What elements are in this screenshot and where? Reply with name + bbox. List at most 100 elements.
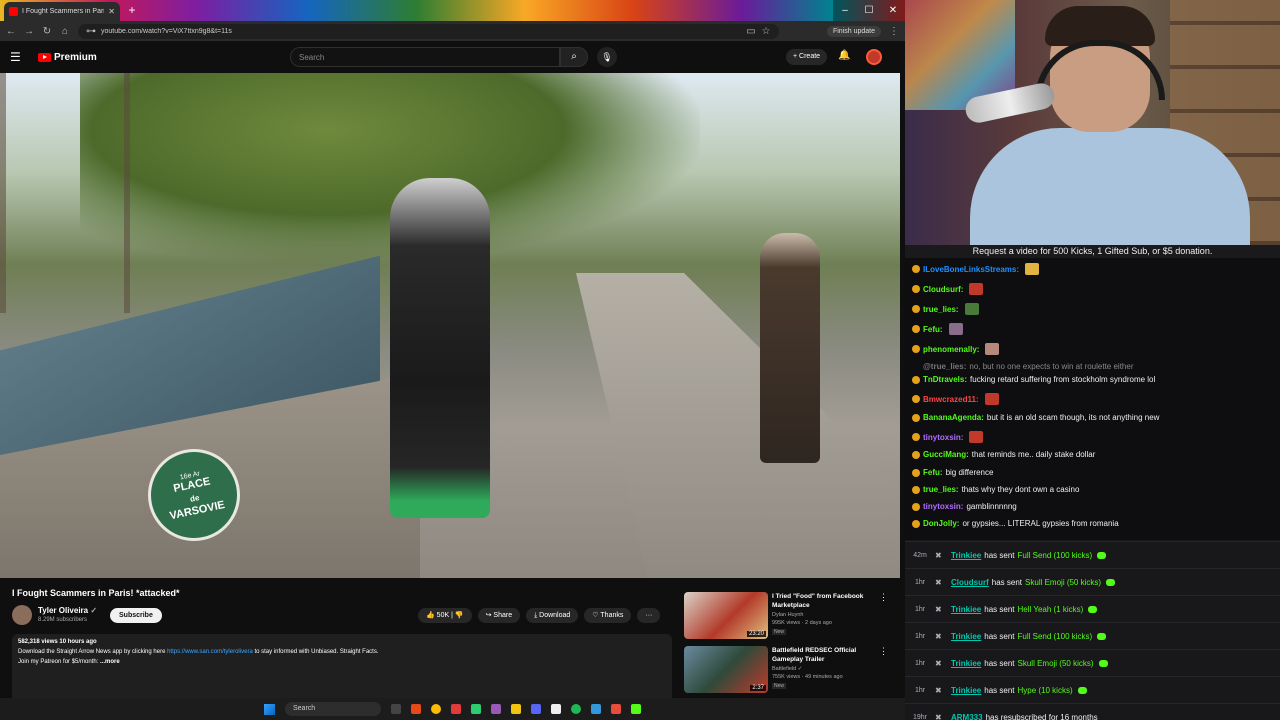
omnibox[interactable]: ⊶ youtube.com/watch?v=ViX7ttxn9g8&t=11s … [78, 23, 779, 39]
chat-username[interactable]: TnDtravels: [923, 375, 967, 384]
dismiss-event-icon[interactable]: ✖ [935, 605, 947, 614]
chat-username[interactable]: ILoveBoneLinksStreams: [923, 265, 1019, 274]
file-explorer-icon[interactable] [511, 704, 521, 714]
kick-gem-icon [1098, 659, 1108, 667]
channel-name[interactable]: Tyler Oliveira ✓ [38, 606, 97, 615]
subscriber-count: 8.29M subscribers [38, 617, 88, 623]
thumbs-down-icon[interactable]: 👎 [455, 612, 464, 619]
kick-icon[interactable] [631, 704, 641, 714]
bookmark-star-icon[interactable]: ☆ [761, 26, 771, 37]
site-info-icon[interactable]: ⊶ [86, 26, 96, 37]
windows-start-icon[interactable] [264, 703, 275, 715]
event-username[interactable]: Cloudsurf [951, 578, 989, 587]
subscribe-button[interactable]: Subscribe [110, 608, 162, 623]
chat-username[interactable]: Fefu: [923, 325, 943, 334]
dismiss-event-icon[interactable]: ✖ [935, 713, 947, 720]
more-actions-button[interactable]: ··· [637, 608, 661, 623]
create-button[interactable]: + Create [786, 49, 828, 65]
recommended-video[interactable]: 23:20 I Tried "Food" from Facebook Marke… [684, 592, 894, 642]
chat-username[interactable]: tinytoxsin: [923, 433, 963, 442]
description-link[interactable]: https://www.san.com/tylerolivera [167, 649, 253, 655]
voice-search-button[interactable]: 🎙 [597, 47, 617, 67]
recommended-title[interactable]: I Tried "Food" from Facebook Marketplace [772, 592, 880, 610]
chat-username[interactable]: tinytoxsin: [923, 502, 963, 511]
app-icon[interactable] [551, 704, 561, 714]
install-icon[interactable]: ▭ [746, 26, 756, 37]
event-username[interactable]: ARM333 [951, 713, 983, 720]
recommended-title[interactable]: Battlefield REDSEC Official Gameplay Tra… [772, 646, 880, 664]
video-thumbnail[interactable]: 23:20 [684, 592, 768, 639]
maximize-button[interactable]: ☐ [857, 0, 881, 21]
chat-username[interactable]: Fefu: [923, 468, 943, 477]
chat-message: BananaAgenda: but it is an old scam thoug… [912, 413, 1159, 422]
dismiss-event-icon[interactable]: ✖ [935, 632, 947, 641]
channel-name-text: Tyler Oliveira [38, 606, 89, 615]
discord-icon[interactable] [531, 704, 541, 714]
chat-emote-icon [984, 393, 999, 405]
screen: I Fought Scammers in Paris! *at ✕ + – ☐ … [0, 0, 1280, 720]
chat-username[interactable]: phenomenally: [923, 345, 979, 354]
back-icon[interactable]: ← [6, 26, 16, 37]
chat-username[interactable]: @true_lies: [923, 362, 966, 371]
browser-tab-active[interactable]: I Fought Scammers in Paris! *at ✕ [4, 2, 120, 21]
event-username[interactable]: Trinkiee [951, 605, 981, 614]
chrome-icon[interactable] [431, 704, 441, 714]
chat-username[interactable]: GucciMang: [923, 450, 969, 459]
new-tab-button[interactable]: + [124, 3, 140, 17]
chat-username[interactable]: Bmwcrazed11: [923, 395, 979, 404]
chat-message: @true_lies: no, but no one expects to win… [912, 362, 1133, 371]
share-button[interactable]: ↪ Share [477, 608, 521, 623]
taskbar-search[interactable]: Search [285, 702, 381, 716]
app-icon[interactable] [491, 704, 501, 714]
recommended-video[interactable]: 2:37 Battlefield REDSEC Official Gamepla… [684, 646, 894, 696]
user-badge-icon [912, 519, 920, 528]
hamburger-menu-icon[interactable]: ☰ [10, 50, 26, 64]
dismiss-event-icon[interactable]: ✖ [935, 659, 947, 668]
search-button[interactable]: ⌕ [560, 47, 588, 67]
more-options-icon[interactable]: ⋮ [879, 592, 888, 603]
app-icon[interactable] [611, 704, 621, 714]
show-more-link[interactable]: ...more [100, 659, 120, 665]
chat-username[interactable]: true_lies: [923, 485, 959, 494]
home-icon[interactable]: ⌂ [60, 26, 70, 37]
notifications-bell-icon[interactable]: 🔔 [838, 50, 850, 61]
dismiss-event-icon[interactable]: ✖ [935, 686, 947, 695]
dismiss-event-icon[interactable]: ✖ [935, 578, 947, 587]
dismiss-event-icon[interactable]: ✖ [935, 551, 947, 560]
close-tab-icon[interactable]: ✕ [108, 7, 115, 16]
video-thumbnail[interactable]: 2:37 [684, 646, 768, 693]
spotify-icon[interactable] [571, 704, 581, 714]
more-options-icon[interactable]: ⋮ [879, 646, 888, 657]
browser-menu-icon[interactable]: ⋮ [889, 26, 899, 37]
search-input[interactable]: Search [290, 47, 560, 67]
like-button[interactable]: 👍 50K | 👎 [418, 608, 472, 623]
chat-message: true_lies: thats why they dont own a casi… [912, 485, 1079, 494]
streamer-webcam [905, 0, 1280, 245]
account-avatar[interactable] [866, 49, 882, 65]
url-text[interactable]: youtube.com/watch?v=ViX7ttxn9g8&t=11s [101, 28, 741, 35]
minimize-button[interactable]: – [833, 0, 857, 21]
close-window-button[interactable]: ✕ [881, 0, 905, 21]
event-username[interactable]: Trinkiee [951, 632, 981, 641]
video-player[interactable]: 16e Ar PLACE de VARSOVIE ➤ [0, 73, 900, 578]
event-username[interactable]: Trinkiee [951, 686, 981, 695]
task-view-icon[interactable] [391, 704, 401, 714]
window-controls: – ☐ ✕ [833, 0, 905, 21]
app-icon[interactable] [451, 704, 461, 714]
app-icon[interactable] [591, 704, 601, 714]
event-username[interactable]: Trinkiee [951, 659, 981, 668]
download-button[interactable]: ⤓ Download [526, 608, 579, 623]
browser-app-icon[interactable] [411, 704, 421, 714]
thanks-button[interactable]: ♡ Thanks [584, 608, 632, 623]
chat-username[interactable]: BananaAgenda: [923, 413, 984, 422]
youtube-logo[interactable]: Premium [38, 52, 97, 63]
chat-username[interactable]: true_lies: [923, 305, 959, 314]
forward-icon[interactable]: → [24, 26, 34, 37]
app-icon[interactable] [471, 704, 481, 714]
reload-icon[interactable]: ↻ [42, 26, 52, 37]
channel-avatar[interactable] [12, 605, 32, 625]
finish-update-button[interactable]: Finish update [826, 25, 881, 37]
event-username[interactable]: Trinkiee [951, 551, 981, 560]
chat-username[interactable]: DonJolly: [923, 519, 959, 528]
chat-username[interactable]: Cloudsurf: [923, 285, 963, 294]
